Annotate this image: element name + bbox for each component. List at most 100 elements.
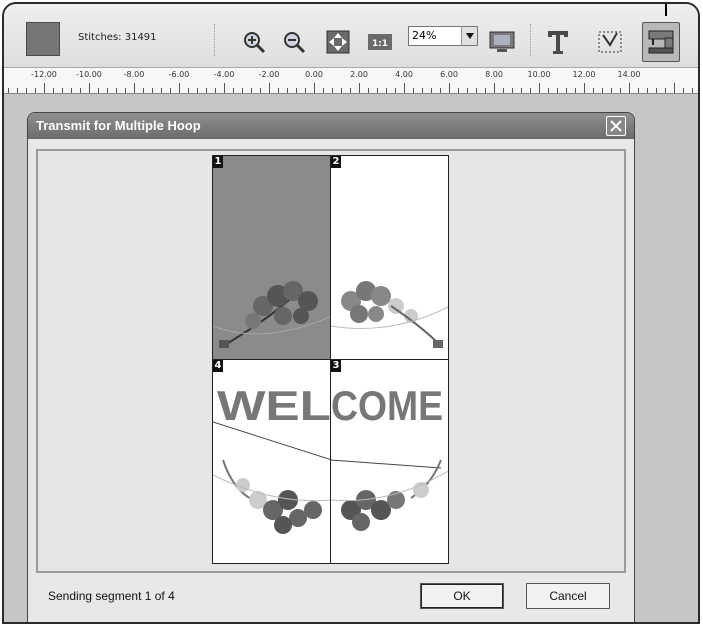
ruler-tick [467,88,468,93]
ruler-tick [134,83,135,93]
svg-text:COME: COME [331,382,443,429]
ruler-tick [602,88,603,93]
ruler-tick [620,88,621,93]
status-text: Sending segment 1 of 4 [48,589,175,603]
ruler-tick [305,88,306,93]
zoom-select[interactable]: 24% [408,26,478,46]
stitch-count-label: Stitches: 31491 [78,32,157,43]
ruler-tick [458,88,459,93]
ruler-label: 2.00 [350,70,368,79]
fit-icon[interactable] [324,28,352,56]
ruler-tick [350,88,351,93]
ruler-label: 14.00 [617,70,641,79]
ruler-tick [62,88,63,93]
ruler-tick [98,88,99,93]
ruler-tick [530,88,531,93]
toolbar-separator [214,24,216,56]
color-swatch[interactable] [26,22,60,56]
ruler-tick [593,88,594,93]
svg-text:WEL: WEL [217,382,331,429]
zoom-in-icon[interactable] [240,28,268,56]
dialog-title: Transmit for Multiple Hoop [36,118,201,133]
ruler-tick [89,83,90,93]
ruler-label: -4.00 [213,70,235,79]
view-icon[interactable] [488,28,516,56]
ruler-tick [125,88,126,93]
ruler-tick [53,88,54,93]
ruler-label: -6.00 [168,70,190,79]
ruler-tick [665,88,666,93]
ruler-tick [485,88,486,93]
toolbar: Stitches: 31491 1:1 24% [4,4,698,68]
ruler-label: -2.00 [258,70,280,79]
ruler-tick [548,88,549,93]
ruler-tick [143,88,144,93]
segment-panel-3[interactable]: 3 COME [330,359,449,564]
ruler-tick [287,88,288,93]
segment-number: 4 [213,360,223,372]
ruler-tick [323,88,324,93]
ruler-tick [413,88,414,93]
ruler-tick [71,88,72,93]
ruler-label: -8.00 [123,70,145,79]
ruler-label: 0.00 [305,70,323,79]
ruler-tick [683,88,684,93]
segment-panel-4[interactable]: 4 WEL [212,359,331,564]
dialog-title-bar: Transmit for Multiple Hoop [28,113,634,139]
toolbar-separator [530,24,532,56]
ruler-tick [242,88,243,93]
ruler-tick [638,88,639,93]
ruler-tick [395,88,396,93]
zoom-out-icon[interactable] [280,28,308,56]
ruler-tick [26,88,27,93]
transmit-dialog: Transmit for Multiple Hoop 1 2 4 WEL 3 C… [27,112,635,622]
embroidery-machine-button[interactable] [642,22,680,62]
ruler-tick [17,88,18,93]
ruler-tick [404,83,405,93]
segment-panel-2[interactable]: 2 [330,155,449,360]
ruler-tick [251,88,252,93]
ruler-tick [314,83,315,93]
pointer-arrow-icon [665,4,667,16]
ruler-tick [584,83,585,93]
ruler-tick [656,88,657,93]
embroidery-machine-icon [648,30,674,54]
hoop-outline-icon[interactable] [596,28,624,56]
chevron-down-icon[interactable] [461,27,477,45]
ruler-tick [341,88,342,93]
ruler-tick [170,88,171,93]
text-icon[interactable] [544,28,572,56]
ruler-tick [152,88,153,93]
ruler-label: 8.00 [485,70,503,79]
actual-size-icon[interactable]: 1:1 [366,28,394,56]
ruler-tick [269,83,270,93]
ruler-tick [35,88,36,93]
ruler-tick [332,88,333,93]
ruler-tick [359,83,360,93]
ruler-tick [278,88,279,93]
cancel-button[interactable]: Cancel [526,583,610,609]
zoom-value: 24% [412,29,437,42]
ruler-tick [188,88,189,93]
segment-number: 1 [213,156,223,168]
ok-button[interactable]: OK [420,583,504,609]
ruler-tick [386,88,387,93]
ruler-tick [296,88,297,93]
svg-text:1:1: 1:1 [372,39,388,49]
ruler-tick [161,88,162,93]
hoop-preview: 1 2 4 WEL 3 COME [36,149,626,573]
segment-panel-1[interactable]: 1 [212,155,331,360]
segment-number: 2 [331,156,341,168]
ruler-tick [449,83,450,93]
ruler-tick [197,88,198,93]
ruler-tick [224,83,225,93]
horizontal-ruler: -12.00 -10.00 -8.00 -6.00 -4.00 -2.00 0.00 2.00… [4,68,698,94]
close-button[interactable] [606,116,626,136]
ruler-tick [494,83,495,93]
ruler-tick [233,88,234,93]
app-window: Stitches: 31491 1:1 24% -12.00 -10.00 -8… [2,2,700,624]
floral-design-icon [331,281,448,348]
ruler-label: -10.00 [76,70,102,79]
ruler-tick [116,88,117,93]
ruler-tick [611,88,612,93]
